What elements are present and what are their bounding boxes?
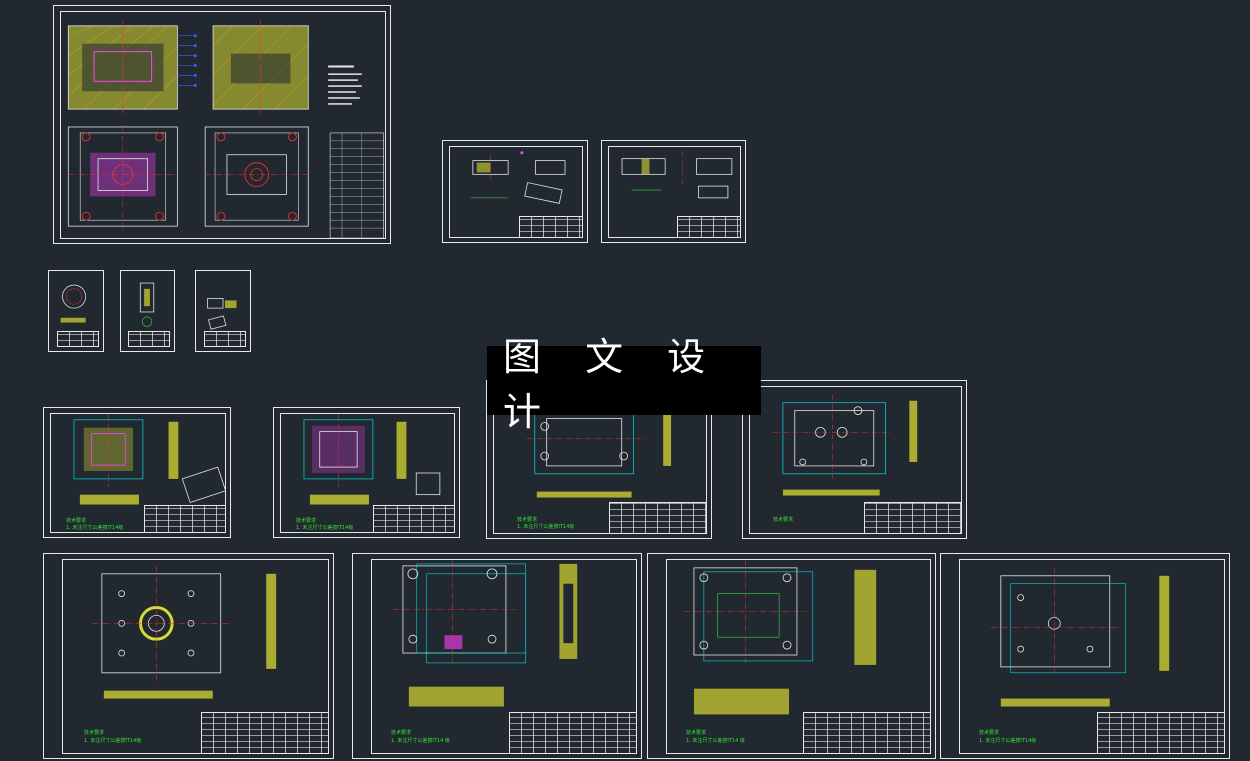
watermark-text: 图 文 设 计 — [503, 334, 722, 434]
note-line: 1. 未注尺寸公差按IT14级 — [517, 524, 575, 530]
note-title: 技术要求 — [84, 730, 105, 736]
title-block — [201, 712, 329, 754]
drawing-sheet-part-a1[interactable] — [442, 140, 588, 243]
drawing-sheet-mid-1[interactable]: 技术要求 1. 未注尺寸公差按IT14级 — [43, 407, 231, 538]
title-block — [509, 712, 637, 754]
drawing-sheet-small-1[interactable] — [48, 270, 104, 352]
note-title: 技术要求 — [296, 518, 317, 524]
drawing-sheet-bot-4[interactable]: 技术要求 1. 未注尺寸公差按IT14级 — [940, 553, 1230, 759]
title-block — [128, 331, 170, 347]
title-block — [373, 505, 455, 533]
title-block — [864, 502, 962, 534]
watermark-banner: 图 文 设 计 — [487, 335, 761, 434]
title-block — [677, 216, 741, 238]
note-line: 1. 未注尺寸公差按IT14 级 — [391, 738, 450, 744]
title-block — [57, 331, 99, 347]
drawing-sheet-bot-2[interactable]: 技术要求 1. 未注尺寸公差按IT14 级 — [352, 553, 642, 759]
title-block — [609, 502, 707, 534]
drawing-sheet-mid-2[interactable]: 技术要求 1. 未注尺寸公差按IT14级 — [273, 407, 460, 538]
drawing-sheet-mid-4[interactable]: 技术要求 — [742, 380, 967, 539]
note-title: 技术要求 — [979, 730, 1000, 736]
note-title: 技术要求 — [66, 518, 87, 524]
note-line: 1. 未注尺寸公差按IT14级 — [296, 525, 354, 531]
note-title: 技术要求 — [517, 517, 538, 523]
note-line: 1. 未注尺寸公差按IT14级 — [84, 738, 142, 744]
title-block — [144, 505, 226, 533]
drawing-sheet-small-3[interactable] — [195, 270, 251, 352]
title-block — [803, 712, 931, 754]
drawing-sheet-bot-1[interactable]: 技术要求 1. 未注尺寸公差按IT14级 — [43, 553, 334, 759]
title-block — [1097, 712, 1225, 754]
title-block — [519, 216, 583, 238]
drawing-sheet-bot-3[interactable]: 技术要求 1. 未注尺寸公差按IT14 级 — [647, 553, 936, 759]
drawing-sheet-assembly[interactable] — [53, 5, 391, 244]
note-title: 技术要求 — [773, 517, 794, 523]
title-block — [204, 331, 246, 347]
drawing-sheet-small-2[interactable] — [120, 270, 175, 352]
note-line: 1. 未注尺寸公差按IT14 级 — [686, 738, 745, 744]
note-title: 技术要求 — [391, 730, 412, 736]
assembly-views — [67, 20, 384, 239]
note-line: 1. 未注尺寸公差按IT14级 — [66, 525, 124, 531]
drawing-sheet-part-a2[interactable] — [601, 140, 746, 243]
note-line: 1. 未注尺寸公差按IT14级 — [979, 738, 1037, 744]
note-title: 技术要求 — [686, 730, 707, 736]
